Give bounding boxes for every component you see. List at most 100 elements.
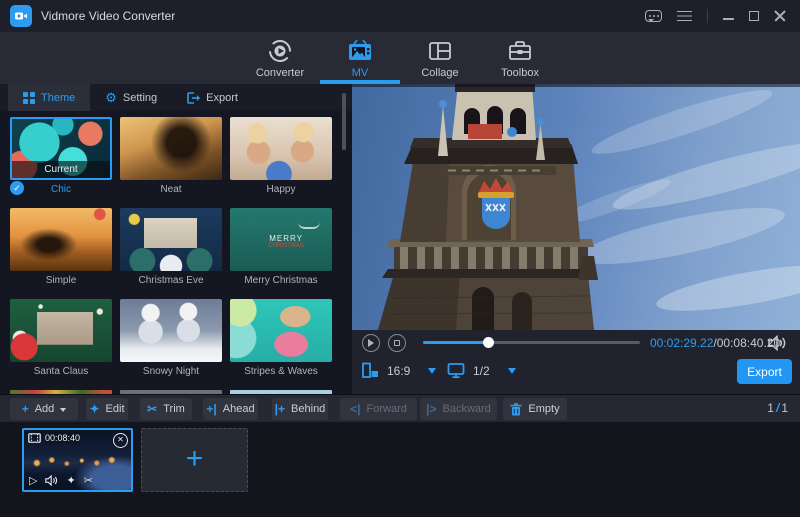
tab-label: Converter [256, 67, 304, 79]
play-icon [368, 339, 378, 347]
preview-top-border [352, 84, 800, 87]
button-label: Trim [163, 403, 185, 415]
maximize-button[interactable] [749, 11, 759, 21]
close-button[interactable] [774, 10, 786, 22]
current-time: 00:02:29.22 [650, 336, 713, 350]
tab-label: Export [206, 92, 238, 104]
timeline-clip[interactable]: 00:08:40 ✕ ▷ ✦ ✂ [22, 428, 133, 492]
theme-thumbnail: Current [10, 117, 112, 180]
page-total: 1 [781, 401, 788, 415]
tab-label: Theme [41, 92, 75, 104]
check-icon: ✓ [10, 181, 24, 195]
theme-card-chic[interactable]: Current ✓ Chic [10, 117, 112, 196]
add-button[interactable]: + Add [10, 398, 78, 420]
theme-card-stripes-waves[interactable]: Stripes & Waves [230, 299, 332, 378]
ahead-button[interactable]: +| Ahead [203, 398, 258, 420]
clip-volume-icon[interactable] [45, 475, 58, 486]
add-clip-tile[interactable]: + [141, 428, 248, 492]
theme-grid: Current ✓ Chic Neat Happy Simpl [0, 111, 352, 394]
titlebar-separator [707, 9, 708, 23]
theme-panel: Theme ⚙ Setting Export Current [0, 84, 352, 394]
main-nav: Converter MV [0, 32, 800, 84]
tab-theme[interactable]: Theme [8, 84, 90, 111]
theme-grid-icon [23, 92, 35, 104]
theme-thumbnail [10, 208, 112, 271]
progress-slider[interactable] [423, 341, 640, 344]
theme-thumbnail [120, 208, 222, 271]
trim-button[interactable]: ✂ Trim [140, 398, 192, 420]
clip-edit-icon[interactable]: ✦ [66, 474, 75, 487]
tab-toolbox[interactable]: Toolbox [480, 32, 560, 84]
clip-trim-icon[interactable]: ✂ [84, 474, 93, 487]
tab-setting[interactable]: ⚙ Setting [90, 84, 172, 111]
tab-mv[interactable]: MV [320, 32, 400, 84]
dropdown-arrow-icon[interactable] [428, 368, 436, 378]
volume-button[interactable] [768, 335, 786, 351]
theme-name: Stripes & Waves [230, 365, 332, 378]
theme-scrollbar[interactable] [342, 93, 346, 150]
ahead-icon: +| [206, 403, 216, 415]
edit-button[interactable]: ✦ Edit [86, 398, 128, 420]
clip-play-icon[interactable]: ▷ [29, 474, 37, 487]
menu-icon[interactable] [677, 11, 692, 22]
aspect-ratio-icon [362, 362, 379, 379]
trash-icon [510, 403, 522, 416]
progress-handle[interactable] [483, 337, 494, 348]
theme-name: Santa Claus [10, 365, 112, 378]
app-window: Vidmore Video Converter Converter [0, 0, 800, 517]
page-current: 1 [767, 401, 774, 415]
remove-clip-button[interactable]: ✕ [113, 433, 128, 448]
backward-button[interactable]: |> Backward [420, 398, 497, 420]
theme-card-santa-claus[interactable]: Santa Claus [10, 299, 112, 378]
empty-button[interactable]: Empty [503, 398, 567, 420]
forward-icon: <| [350, 403, 360, 415]
dropdown-arrow-icon[interactable] [508, 368, 516, 378]
edit-star-icon: ✦ [89, 403, 99, 415]
timeline: 00:08:40 ✕ ▷ ✦ ✂ + [0, 422, 800, 517]
tab-collage[interactable]: Collage [400, 32, 480, 84]
theme-card-christmas-eve[interactable]: Christmas Eve [120, 208, 222, 287]
mv-icon [347, 38, 373, 64]
theme-card-simple[interactable]: Simple [10, 208, 112, 287]
button-label: Edit [106, 403, 125, 415]
theme-name: Chic [10, 183, 112, 196]
christmas-art-text: CHRISTMAS [268, 243, 303, 250]
theme-name: Merry Christmas [230, 274, 332, 287]
play-button[interactable] [362, 334, 380, 352]
button-label: Empty [528, 403, 559, 415]
backward-icon: |> [426, 403, 436, 415]
tab-label: Toolbox [501, 67, 539, 79]
video-preview[interactable] [352, 84, 800, 330]
theme-name: Happy [230, 183, 332, 196]
tab-export[interactable]: Export [172, 84, 253, 111]
behind-button[interactable]: |+ Behind [272, 398, 328, 420]
button-label: Ahead [223, 403, 255, 415]
export-panel-icon [187, 92, 200, 104]
theme-thumbnail: MERRY CHRISTMAS [230, 208, 332, 271]
theme-card-snowy-night[interactable]: Snowy Night [120, 299, 222, 378]
toolbox-icon [507, 38, 533, 64]
sleigh-decoration [298, 222, 320, 229]
monitor-icon [447, 362, 465, 379]
current-theme-overlay: Current [12, 161, 110, 178]
stop-icon [394, 340, 400, 346]
aspect-ratio-control[interactable]: 16:9 [362, 362, 436, 379]
minimize-button[interactable] [723, 12, 734, 20]
button-label: Backward [443, 403, 491, 415]
gear-icon: ⚙ [105, 91, 117, 104]
theme-card-happy[interactable]: Happy [230, 117, 332, 196]
button-label: Forward [367, 403, 407, 415]
theme-card-neat[interactable]: Neat [120, 117, 222, 196]
scissors-icon: ✂ [147, 403, 157, 415]
feedback-icon[interactable] [645, 10, 662, 22]
collage-icon [427, 38, 453, 64]
forward-button[interactable]: <| Forward [340, 398, 417, 420]
app-logo-icon [10, 5, 32, 27]
export-button[interactable]: Export [737, 359, 792, 384]
screen-page-control[interactable]: 1/2 [447, 362, 516, 379]
theme-card-merry-christmas[interactable]: MERRY CHRISTMAS Merry Christmas [230, 208, 332, 287]
theme-name: Snowy Night [120, 365, 222, 378]
tab-converter[interactable]: Converter [240, 32, 320, 84]
converter-icon [267, 38, 293, 64]
stop-button[interactable] [388, 334, 406, 352]
